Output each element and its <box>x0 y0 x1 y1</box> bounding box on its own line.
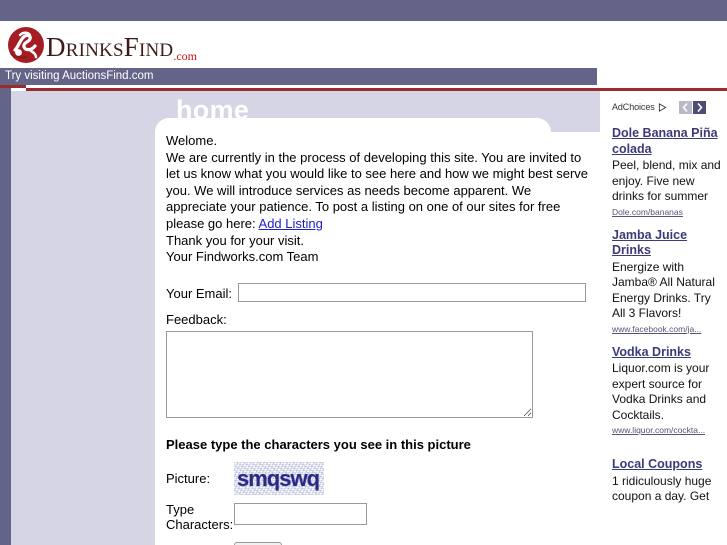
promo-nav-text: Try visiting AuctionsFind.com <box>5 70 154 82</box>
ad-item: Dole Banana Piña colada Peel, blend, mix… <box>601 126 727 217</box>
logo-dotcom: .com <box>173 48 197 63</box>
site-logo[interactable]: DRINKSFIND.com <box>7 23 197 67</box>
captcha-image-text: smqswq <box>237 465 320 491</box>
ad-description: Energize with Jamba® All Natural Energy … <box>612 259 715 321</box>
welcome-body: We are currently in the process of devel… <box>166 150 594 233</box>
captcha-picture-row: Picture: smqswq <box>166 461 596 495</box>
ad-description: 1 ridiculously huge coupon a day. Get <box>612 473 712 504</box>
adchoices-label: AdChoices <box>612 102 655 112</box>
captcha-field[interactable] <box>234 502 367 525</box>
ad-url-link[interactable]: www.liquor.com/cockta... <box>612 425 721 435</box>
ad-sidebar: AdChoices Dole Banana Piña colada Peel, … <box>601 91 727 545</box>
ad-title-link[interactable]: Dole Banana Piña colada <box>612 126 721 157</box>
welcome-body-text: We are currently in the process of devel… <box>166 149 589 231</box>
ad-title-link[interactable]: Jamba Juice Drinks <box>612 228 721 259</box>
logo-letters-ind: IND <box>138 39 174 61</box>
promo-nav-bar[interactable]: Try visiting AuctionsFind.com <box>0 68 597 85</box>
ad-item: Vodka Drinks Liquor.com is your expert s… <box>601 345 727 436</box>
logo-letters-rinks: RINKS <box>65 39 124 61</box>
ad-description: Peel, blend, mix and enjoy. Five new dri… <box>612 158 721 203</box>
logo-wordmark: DRINKSFIND.com <box>46 31 197 63</box>
picture-label: Picture: <box>166 470 211 486</box>
content-panel-inner: Welome. We are currently in the process … <box>166 133 596 545</box>
ad-next-button[interactable] <box>692 100 706 114</box>
ad-item: Jamba Juice Drinks Energize with Jamba® … <box>601 228 727 334</box>
ad-title-link[interactable]: Vodka Drinks <box>612 345 721 361</box>
welcome-thanks: Thank you for your visit. <box>166 232 304 248</box>
welcome-signoff: Your Findworks.com Team <box>166 249 319 265</box>
feedback-form: Your Email: Feedback: Please type the ch… <box>166 282 596 545</box>
logo-letter-f: F <box>123 31 139 62</box>
ad-pager <box>678 100 707 114</box>
email-field[interactable] <box>238 282 586 302</box>
welcome-greeting: Welome. <box>166 133 218 148</box>
ad-prev-button[interactable] <box>678 100 692 114</box>
captcha-heading: Please type the characters you see in th… <box>166 436 471 452</box>
welcome-block: Welome. We are currently in the process … <box>166 133 596 266</box>
drink-figure-logo-icon <box>8 27 44 63</box>
type-characters-label: Type Characters: <box>166 501 234 532</box>
ad-url-link[interactable]: Dole.com/bananas <box>612 207 721 217</box>
top-chrome-bar <box>0 0 727 21</box>
feedback-label: Feedback: <box>166 311 227 327</box>
ad-item: Local Coupons 1 ridiculously huge coupon… <box>601 457 727 505</box>
page-root: DRINKSFIND.com Try visiting AuctionsFind… <box>0 0 727 545</box>
ad-title-link[interactable]: Local Coupons <box>612 457 721 473</box>
chevron-right-icon <box>697 102 703 112</box>
ad-description: Liquor.com is your expert source for Vod… <box>612 361 710 422</box>
left-rail <box>0 88 11 545</box>
email-label: Your Email: <box>166 285 232 301</box>
feedback-textarea[interactable] <box>166 330 533 418</box>
captcha-image: smqswq <box>234 461 324 495</box>
email-row: Your Email: <box>166 282 596 302</box>
logo-letter-d: D <box>46 31 66 62</box>
adchoices-row: AdChoices <box>601 91 727 115</box>
add-listing-link[interactable]: Add Listing <box>259 216 323 231</box>
captcha-input-row: Type Characters: <box>166 502 596 532</box>
chevron-left-icon <box>682 102 688 112</box>
ad-url-link[interactable]: www.facebook.com/ja... <box>612 324 721 334</box>
adchoices-triangle-icon[interactable] <box>658 102 667 112</box>
